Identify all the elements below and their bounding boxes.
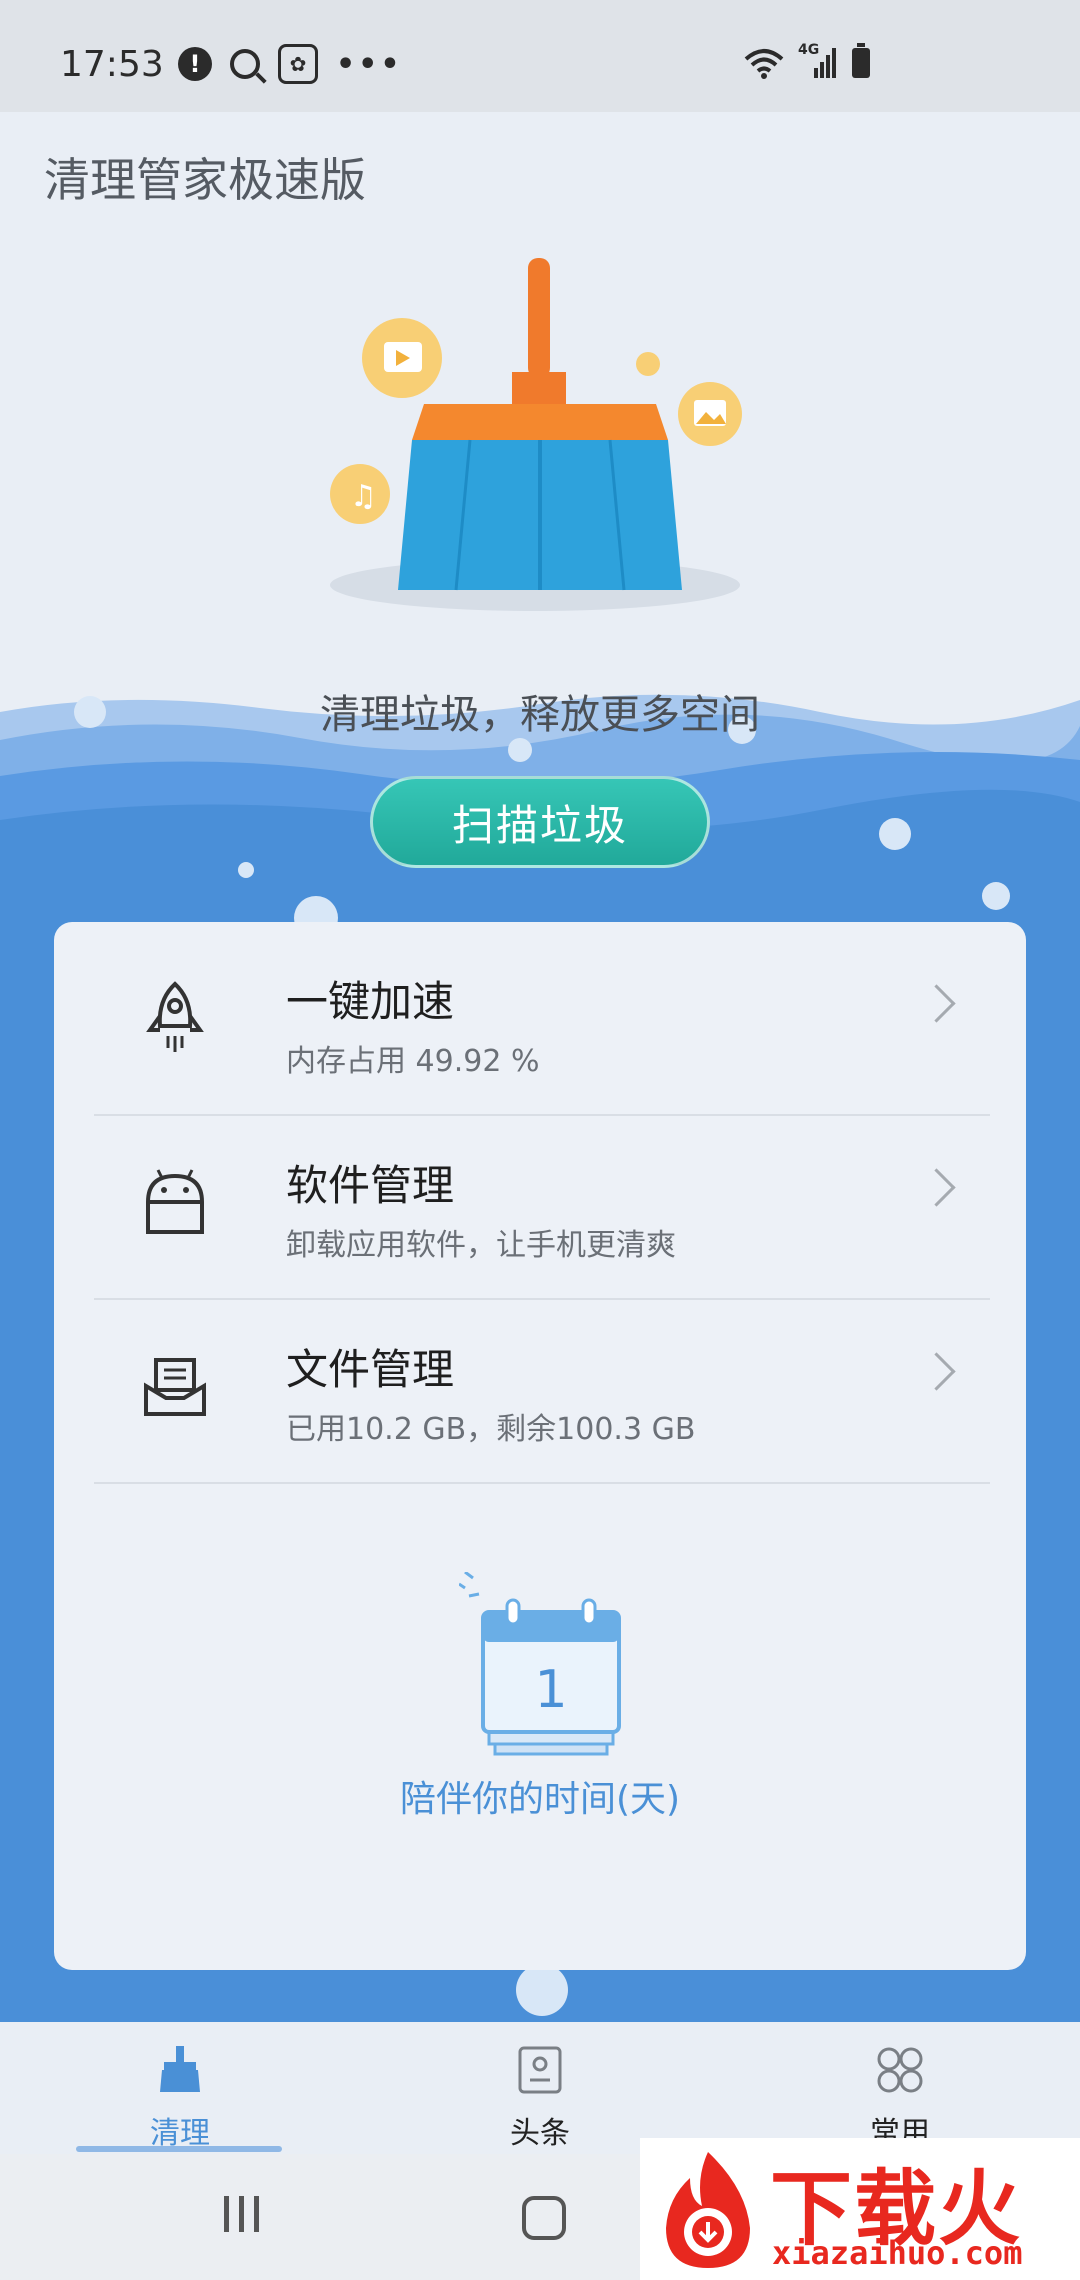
signal-icon: 4G (798, 42, 838, 80)
watermark-url: xiazaihuo.com (772, 2234, 1023, 2272)
features-card: 一键加速 内存占用 49.92 % 软件管理 卸载应用软件，让手机更清爽 文件管… (54, 922, 1026, 1970)
feature-subtitle: 卸载应用软件，让手机更清爽 (286, 1228, 676, 1263)
bottom-tab-bar: 清理 头条 常用 (0, 2022, 1080, 2154)
watermark: 下载火 xiazaihuo.com (640, 2138, 1080, 2280)
active-tab-indicator (76, 2146, 282, 2152)
flame-logo-icon (666, 2152, 750, 2268)
grid-circles-icon (877, 2047, 923, 2093)
tab-common[interactable]: 常用 (800, 2038, 1000, 2151)
recent-apps-button[interactable] (224, 2196, 259, 2232)
tab-label: 头条 (510, 2116, 570, 2151)
tab-clean[interactable]: 清理 (80, 2038, 280, 2151)
broom-tab-icon (160, 2046, 200, 2092)
chevron-right-icon (917, 1168, 956, 1207)
feature-title: 软件管理 (286, 1161, 455, 1210)
feature-row-speedup[interactable]: 一键加速 内存占用 49.92 % (90, 922, 990, 1104)
calendar-widget: 1 (459, 1572, 639, 1772)
feature-row-files[interactable]: 文件管理 已用10.2 GB，剩余100.3 GB (90, 1290, 990, 1472)
companion-days: 1 (534, 1660, 568, 1720)
divider (94, 1482, 990, 1484)
status-bar: 17:53 ! ✿ ••• 4G (0, 0, 1080, 112)
scan-junk-button[interactable]: 扫描垃圾 (370, 776, 710, 868)
alert-icon: ! (178, 47, 212, 81)
battery-icon (852, 43, 870, 78)
search-icon (230, 49, 260, 79)
feature-title: 文件管理 (286, 1345, 455, 1394)
companion-label: 陪伴你的时间(天) (399, 1779, 681, 1820)
chevron-right-icon (917, 1352, 956, 1391)
app-title: 清理管家极速版 (44, 153, 366, 207)
home-button[interactable] (522, 2196, 566, 2240)
more-dots-icon: ••• (336, 46, 403, 82)
feature-row-apps[interactable]: 软件管理 卸载应用软件，让手机更清爽 (90, 1106, 990, 1288)
svg-text:♫: ♫ (350, 479, 377, 514)
tagline: 清理垃圾，释放更多空间 (320, 692, 760, 738)
feature-subtitle: 内存占用 49.92 % (286, 1044, 540, 1079)
feature-title: 一键加速 (286, 977, 455, 1026)
notification-icons: ! ✿ ••• (178, 44, 403, 84)
paw-icon: ✿ (278, 44, 318, 84)
system-icons: 4G (744, 42, 870, 80)
chevron-right-icon (917, 984, 956, 1023)
rocket-icon (146, 981, 204, 1052)
status-time: 17:53 (60, 44, 164, 85)
broom-illustration: ♫ (330, 258, 742, 611)
feature-subtitle: 已用10.2 GB，剩余100.3 GB (286, 1412, 696, 1447)
folder-icon (144, 1358, 206, 1416)
android-icon (146, 1169, 204, 1234)
tab-headlines[interactable]: 头条 (440, 2038, 640, 2151)
news-icon (518, 2046, 562, 2094)
wifi-icon (744, 49, 784, 79)
